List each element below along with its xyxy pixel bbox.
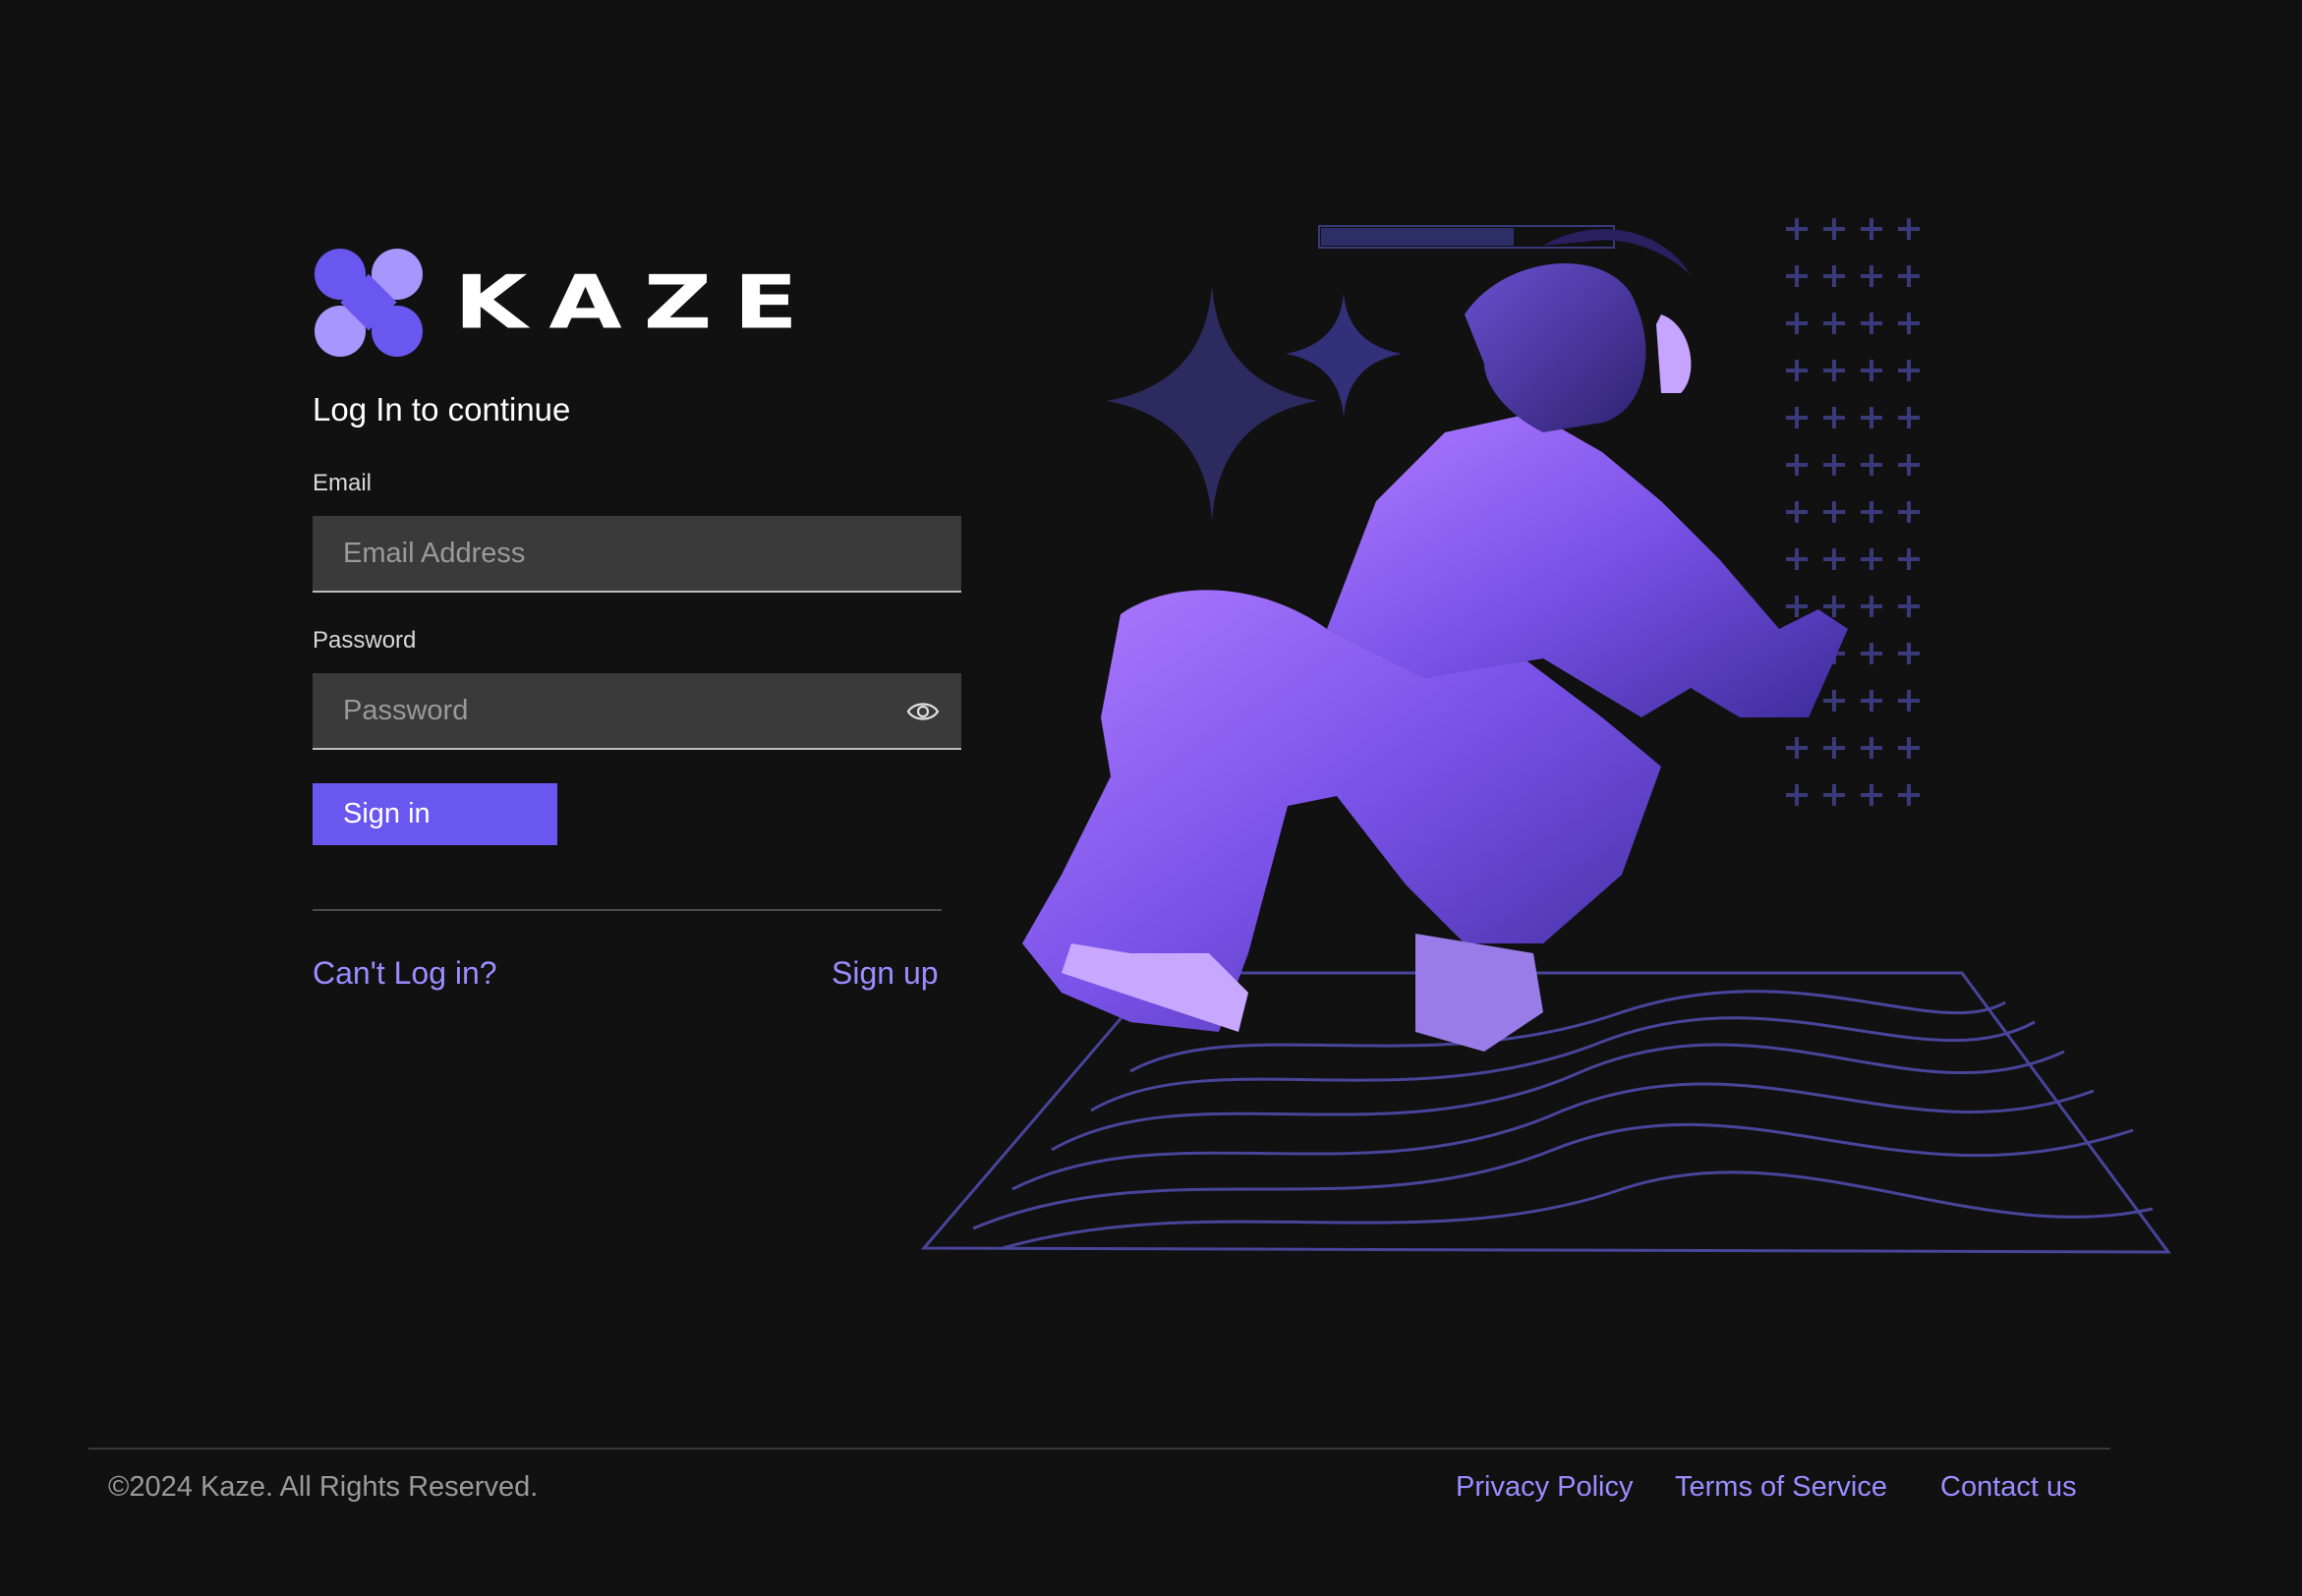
wave-floor [920,971,2171,1254]
privacy-policy-link[interactable]: Privacy Policy [1456,1471,1634,1504]
form-heading: Log In to continue [313,391,571,428]
password-label: Password [313,627,417,654]
password-field-container [313,672,961,750]
copyright-text: ©2024 Kaze. All Rights Reserved. [108,1471,539,1503]
hero-illustration [920,218,2171,1254]
plus-pattern [1784,218,1922,808]
email-input[interactable] [313,515,895,592]
footer-divider [88,1448,2110,1450]
sparkle-large [1107,285,1317,521]
sign-in-button[interactable]: Sign in [313,783,557,845]
cant-login-link[interactable]: Can't Log in? [313,955,497,992]
email-label: Email [313,470,373,496]
contact-us-link[interactable]: Contact us [1940,1471,2077,1504]
brand-logo: KAZE [313,246,883,360]
password-input[interactable] [313,672,895,749]
form-divider [313,909,942,911]
brand-wordmark: KAZE [454,259,820,346]
person-figure [1022,229,1848,1052]
kaze-logo-icon [315,249,423,357]
email-field-container [313,515,961,593]
terms-of-service-link[interactable]: Terms of Service [1675,1471,1887,1504]
